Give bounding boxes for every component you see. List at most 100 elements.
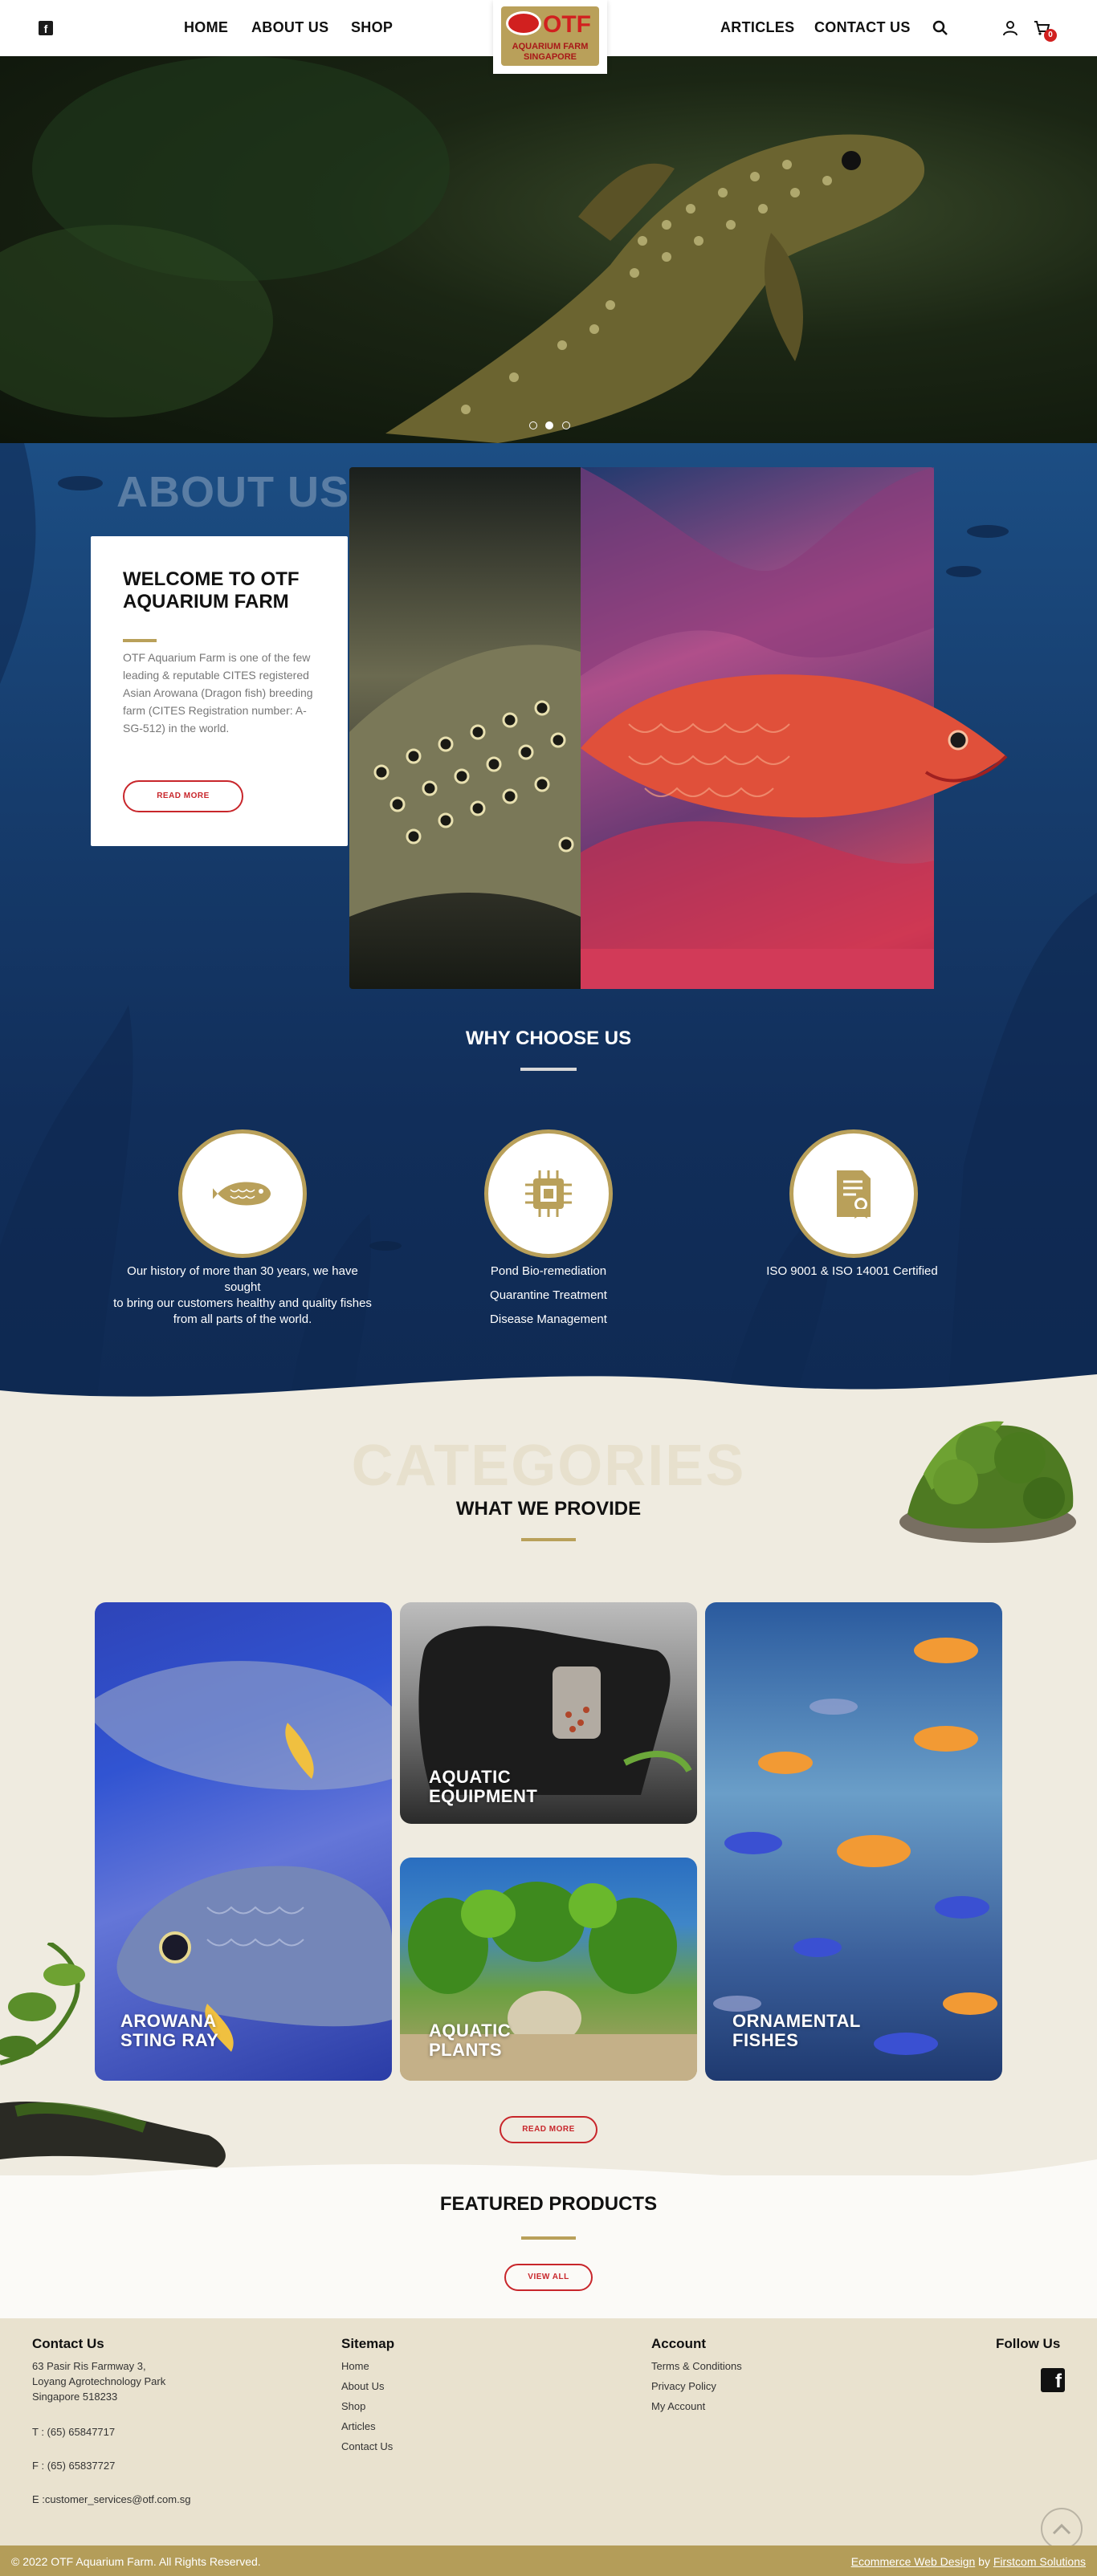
why-line: Our history of more than 30 years, we ha… bbox=[127, 1264, 358, 1294]
category-label-line: ORNAMENTAL bbox=[732, 2011, 861, 2031]
search-icon[interactable] bbox=[932, 19, 949, 37]
category-label-line: PLANTS bbox=[429, 2040, 502, 2060]
footer-link-contact[interactable]: Contact Us bbox=[341, 2440, 393, 2452]
stingray-image bbox=[349, 467, 581, 989]
category-label-line: AQUATIC bbox=[429, 1767, 512, 1787]
address-line: 63 Pasir Ris Farmway 3, bbox=[32, 2360, 146, 2372]
footer-link-terms[interactable]: Terms & Conditions bbox=[651, 2360, 742, 2372]
featured-products-title: FEATURED PRODUCTS bbox=[439, 2193, 658, 2215]
why-line: Disease Management bbox=[490, 1312, 607, 1326]
credit-link-firstcom[interactable]: Firstcom Solutions bbox=[993, 2555, 1086, 2568]
footer-sitemap-heading: Sitemap bbox=[341, 2336, 395, 2351]
footer-link-shop[interactable]: Shop bbox=[341, 2400, 365, 2412]
arowana-fish-illustration bbox=[581, 674, 1008, 818]
why-text-remediation: Pond Bio-remediation Quarantine Treatmen… bbox=[416, 1260, 681, 1332]
welcome-text: OTF Aquarium Farm is one of the few lead… bbox=[123, 651, 313, 735]
about-section: ABOUT US WELCOME TO OTF AQUARIUM FARM OT… bbox=[0, 443, 1097, 1406]
nav-home[interactable]: HOME bbox=[184, 19, 228, 36]
why-item-iso bbox=[789, 1129, 918, 1258]
category-label-equipment: AQUATIC EQUIPMENT bbox=[429, 1768, 537, 1806]
category-label-line: EQUIPMENT bbox=[429, 1786, 538, 1806]
category-card-arowana[interactable]: AROWANA STING RAY bbox=[95, 1602, 392, 2081]
category-card-plants[interactable]: AQUATIC PLANTS bbox=[400, 1858, 697, 2081]
footer-contact-heading: Contact Us bbox=[32, 2336, 104, 2351]
footer-link-home[interactable]: Home bbox=[341, 2360, 369, 2372]
about-ghost-heading: ABOUT US bbox=[116, 468, 349, 516]
site-logo[interactable]: OTF AQUARIUM FARM SINGAPORE bbox=[493, 0, 607, 74]
copyright-text: © 2022 OTF Aquarium Farm. All Rights Res… bbox=[11, 2555, 261, 2568]
credit-by: by bbox=[978, 2555, 990, 2568]
nav-about-us[interactable]: ABOUT US bbox=[251, 19, 328, 36]
footer-follow-heading: Follow Us bbox=[996, 2336, 1061, 2351]
welcome-title: WELCOME TO OTF AQUARIUM FARM bbox=[123, 568, 300, 612]
footer-address: 63 Pasir Ris Farmway 3, Loyang Agrotechn… bbox=[32, 2358, 165, 2404]
site-header: f HOME ABOUT US SHOP OTF AQUARIUM FARM S… bbox=[0, 0, 1097, 74]
copyright-bar: © 2022 OTF Aquarium Farm. All Rights Res… bbox=[0, 2545, 1097, 2576]
category-card-ornamental[interactable]: ORNAMENTAL FISHES bbox=[705, 1602, 1002, 2081]
categories-read-more-button[interactable]: READ MORE bbox=[500, 2116, 597, 2143]
why-divider bbox=[520, 1068, 577, 1071]
hero-fish-image bbox=[0, 56, 925, 443]
slider-dot-3[interactable] bbox=[561, 421, 570, 429]
logo-text: OTF bbox=[543, 11, 591, 38]
footer-account-heading: Account bbox=[651, 2336, 706, 2351]
cart-count-badge: 0 bbox=[1044, 29, 1057, 42]
address-line: Singapore 518233 bbox=[32, 2391, 118, 2403]
user-icon[interactable] bbox=[1001, 19, 1019, 37]
certificate-icon bbox=[837, 1170, 871, 1219]
footer-link-my-account[interactable]: My Account bbox=[651, 2400, 705, 2412]
footer-link-privacy[interactable]: Privacy Policy bbox=[651, 2380, 716, 2392]
gold-divider bbox=[123, 639, 157, 642]
why-choose-us-title: WHY CHOOSE US bbox=[465, 1028, 632, 1049]
facebook-icon[interactable]: f bbox=[39, 21, 53, 35]
why-line: Quarantine Treatment bbox=[490, 1288, 607, 1302]
ornamental-card-image bbox=[713, 1638, 997, 2055]
why-line: Pond Bio-remediation bbox=[490, 1264, 607, 1278]
category-label-line: FISHES bbox=[732, 2030, 799, 2050]
scroll-to-top-button[interactable] bbox=[1041, 2508, 1083, 2550]
footer-fax: F : (65) 65837727 bbox=[32, 2460, 116, 2472]
welcome-card: WELCOME TO OTF AQUARIUM FARM OTF Aquariu… bbox=[91, 536, 348, 846]
logo-subtitle-2: SINGAPORE bbox=[523, 52, 577, 62]
category-label-arowana: AROWANA STING RAY bbox=[120, 2012, 218, 2050]
category-label-line: AQUATIC bbox=[429, 2021, 512, 2041]
slider-dot-2[interactable] bbox=[545, 421, 554, 429]
nav-shop[interactable]: SHOP bbox=[351, 19, 393, 36]
category-label-line: AROWANA bbox=[120, 2011, 217, 2031]
category-label-line: STING RAY bbox=[120, 2030, 219, 2050]
why-line: from all parts of the world. bbox=[173, 1312, 312, 1326]
categories-divider bbox=[521, 1538, 576, 1541]
about-read-more-button[interactable]: READ MORE bbox=[123, 780, 243, 812]
moss-rock-image bbox=[899, 1421, 1076, 1543]
nav-contact-us[interactable]: CONTACT US bbox=[814, 19, 911, 36]
chevron-up-icon bbox=[1052, 2523, 1071, 2535]
fish-icon bbox=[213, 1182, 271, 1206]
why-item-history bbox=[178, 1129, 307, 1258]
featured-divider bbox=[521, 2236, 576, 2240]
logo-subtitle: AQUARIUM FARM bbox=[512, 42, 589, 51]
footer-email[interactable]: E :customer_services@otf.com.sg bbox=[32, 2492, 190, 2507]
site-footer bbox=[0, 2318, 1097, 2545]
why-line: to bring our customers healthy and quali… bbox=[113, 1296, 372, 1310]
category-card-equipment[interactable]: AQUATIC EQUIPMENT bbox=[400, 1602, 697, 1824]
category-label-plants: AQUATIC PLANTS bbox=[429, 2021, 511, 2060]
hero-slider bbox=[0, 56, 1097, 443]
why-item-remediation bbox=[484, 1129, 613, 1258]
logo-badge: OTF AQUARIUM FARM SINGAPORE bbox=[501, 6, 599, 66]
why-text-iso: ISO 9001 & ISO 14001 Certified bbox=[720, 1264, 985, 1280]
why-line: ISO 9001 & ISO 14001 Certified bbox=[766, 1264, 938, 1278]
arowana-card-image bbox=[95, 1661, 392, 2052]
nav-articles[interactable]: ARTICLES bbox=[720, 19, 794, 36]
credit-link-design[interactable]: Ecommerce Web Design bbox=[851, 2555, 976, 2568]
why-text-history: Our history of more than 30 years, we ha… bbox=[110, 1264, 375, 1328]
chip-icon bbox=[525, 1170, 572, 1217]
slider-dot-1[interactable] bbox=[529, 421, 537, 429]
footer-link-about[interactable]: About Us bbox=[341, 2380, 384, 2392]
address-line: Loyang Agrotechnology Park bbox=[32, 2375, 166, 2387]
view-all-button[interactable]: VIEW ALL bbox=[504, 2264, 593, 2291]
footer-phone[interactable]: T : (65) 65847717 bbox=[32, 2424, 115, 2440]
facebook-icon[interactable]: f bbox=[1041, 2368, 1065, 2392]
credit-text: Ecommerce Web Design by Firstcom Solutio… bbox=[851, 2555, 1086, 2568]
footer-link-articles[interactable]: Articles bbox=[341, 2420, 376, 2432]
slider-dots bbox=[527, 419, 573, 433]
